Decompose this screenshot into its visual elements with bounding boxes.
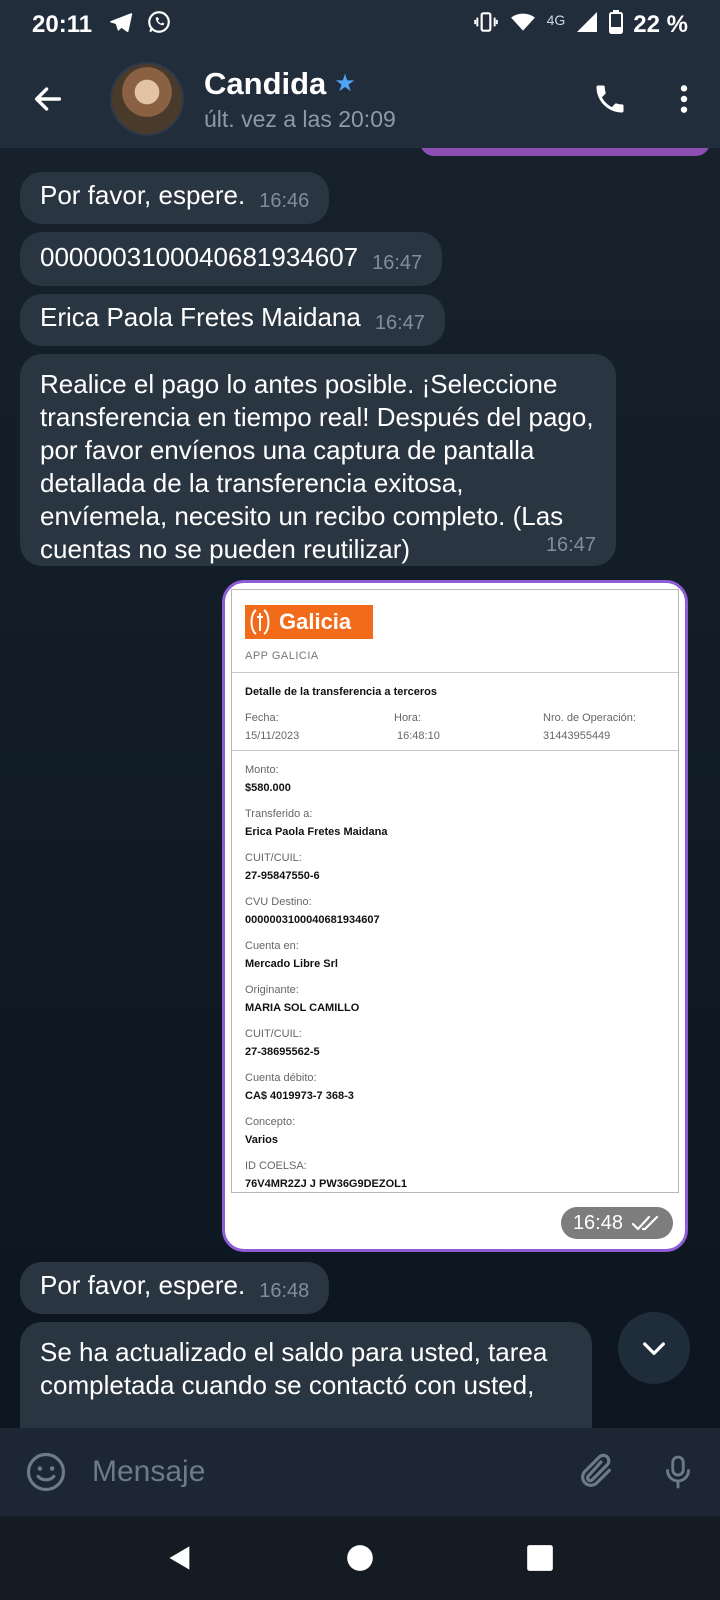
image-message[interactable]: Galicia APP GALICIA Detalle de la transf… [222,580,688,1252]
field-label: ID COELSA: [245,1160,307,1172]
network-type: 4G [546,12,566,28]
galicia-logo: Galicia [245,605,373,639]
status-bar: 20:11 4G 22 % [0,0,720,50]
field-value: 27-38695562-5 [245,1046,320,1058]
nav-recents-button[interactable] [510,1528,570,1588]
message-text: Realice el pago lo antes posible. ¡Selec… [40,369,594,564]
message-text: 0000003100040681934607 [40,242,359,272]
chevron-down-icon [643,1342,665,1355]
field-value: CA$ 4019973-7 368-3 [245,1090,354,1102]
notification-icons [108,9,172,42]
field-value: Varios [245,1134,279,1146]
avatar[interactable] [110,62,184,136]
galicia-mark-icon [245,605,275,639]
call-button[interactable] [578,50,642,148]
transfer-receipt-image: Galicia APP GALICIA Detalle de la transf… [231,589,679,1193]
back-arrow-icon [34,87,62,111]
nav-home-icon [347,1545,373,1571]
message-text: Erica Paola Fretes Maidana [40,302,361,332]
message-input-bar [0,1428,720,1516]
message-input[interactable] [92,1455,556,1489]
wifi-icon [509,9,537,42]
galicia-brand: Galicia [279,609,352,634]
message-bubble[interactable]: Por favor, espere. 16:48 [20,1262,330,1314]
contact-name: Candida [204,65,327,101]
operacion-value: 31443955449 [543,730,611,742]
field-label: Concepto: [245,1116,296,1128]
field-value: $580.000 [245,782,291,794]
battery-icon [609,9,624,41]
contact-name-row: Candida ★ [204,66,578,102]
nav-recents-icon [527,1545,553,1571]
vibrate-icon [473,9,499,42]
paperclip-icon [581,1453,611,1487]
field-label: Cuenta débito: [245,1072,317,1084]
nav-home-button[interactable] [330,1528,390,1588]
message-bubble[interactable]: 0000003100040681934607 16:47 [20,232,443,286]
system-icons: 4G 22 % [473,9,688,42]
divider [232,672,678,673]
field-value: Mercado Libre Srl [245,958,338,970]
hora-value: 16:48:10 [397,730,440,742]
voice-message-button[interactable] [636,1428,720,1516]
message-time: 16:48 [259,1280,310,1302]
field-value: 76V4MR2ZJ J PW36G9DEZOL1 [245,1178,408,1190]
message-text: Por favor, espere. [40,1270,246,1300]
nav-back-icon [169,1546,190,1570]
message-time: 16:46 [259,190,310,212]
microphone-icon [666,1455,690,1489]
field-value: MARIA SOL CAMILLO [245,1002,360,1014]
back-button[interactable] [0,50,96,148]
field-label: Cuenta en: [245,940,299,952]
receipt-title: Detalle de la transferencia a terceros [245,686,437,698]
system-navigation-bar [0,1516,720,1600]
scroll-to-bottom-button[interactable] [618,1312,690,1384]
chat-header: Candida ★ últ. vez a las 20:09 [0,50,720,148]
field-label: Transferido a: [245,808,313,820]
emoji-button[interactable] [0,1428,92,1516]
phone-icon [596,85,624,113]
telegram-icon [108,9,134,42]
more-vert-icon [680,85,688,113]
attach-button[interactable] [556,1428,636,1516]
hora-label: Hora: [394,712,421,724]
more-options-button[interactable] [656,50,712,148]
previous-message-edge [420,148,710,156]
message-list[interactable]: Por favor, espere. 16:46 000000310004068… [0,148,720,1428]
field-value: 27-95847550-6 [245,870,320,882]
field-label: CVU Destino: [245,896,312,908]
signal-icon [575,10,599,41]
double-check-icon [631,1215,659,1231]
app-galicia-label: APP GALICIA [245,650,319,662]
message-time: 16:47 [374,312,425,334]
nav-back-button[interactable] [150,1528,210,1588]
image-message-time: 16:48 [572,1211,623,1234]
whatsapp-icon [146,9,172,42]
message-bubble[interactable]: Realice el pago lo antes posible. ¡Selec… [20,354,616,566]
fecha-value: 15/11/2023 [245,730,300,742]
contact-info[interactable]: Candida ★ últ. vez a las 20:09 [204,66,578,133]
fecha-label: Fecha: [245,712,279,724]
field-label: Originante: [245,984,299,996]
image-time-pill: 16:48 [560,1207,673,1239]
field-label: Monto: [245,764,279,776]
field-value: 0000003100040681934607 [245,914,380,926]
field-label: CUIT/CUIL: [245,852,302,864]
message-bubble[interactable]: Se ha actualizado el saldo para usted, t… [20,1322,592,1428]
message-bubble[interactable]: Por favor, espere. 16:46 [20,172,330,224]
divider [232,750,678,751]
last-seen: últ. vez a las 20:09 [204,105,396,132]
message-time: 16:47 [372,252,423,274]
star-icon: ★ [334,70,356,97]
emoji-icon [26,1452,66,1492]
field-value: Erica Paola Fretes Maidana [245,826,388,838]
battery-level: 22 % [633,11,688,38]
field-label: CUIT/CUIL: [245,1028,302,1040]
message-bubble[interactable]: Erica Paola Fretes Maidana 16:47 [20,294,445,346]
status-time: 20:11 [32,11,93,38]
operacion-label: Nro. de Operación: [543,712,636,724]
message-time: 16:47 [545,534,596,556]
message-text: Se ha actualizado el saldo para usted, t… [40,1337,548,1400]
message-text: Por favor, espere. [40,180,246,210]
